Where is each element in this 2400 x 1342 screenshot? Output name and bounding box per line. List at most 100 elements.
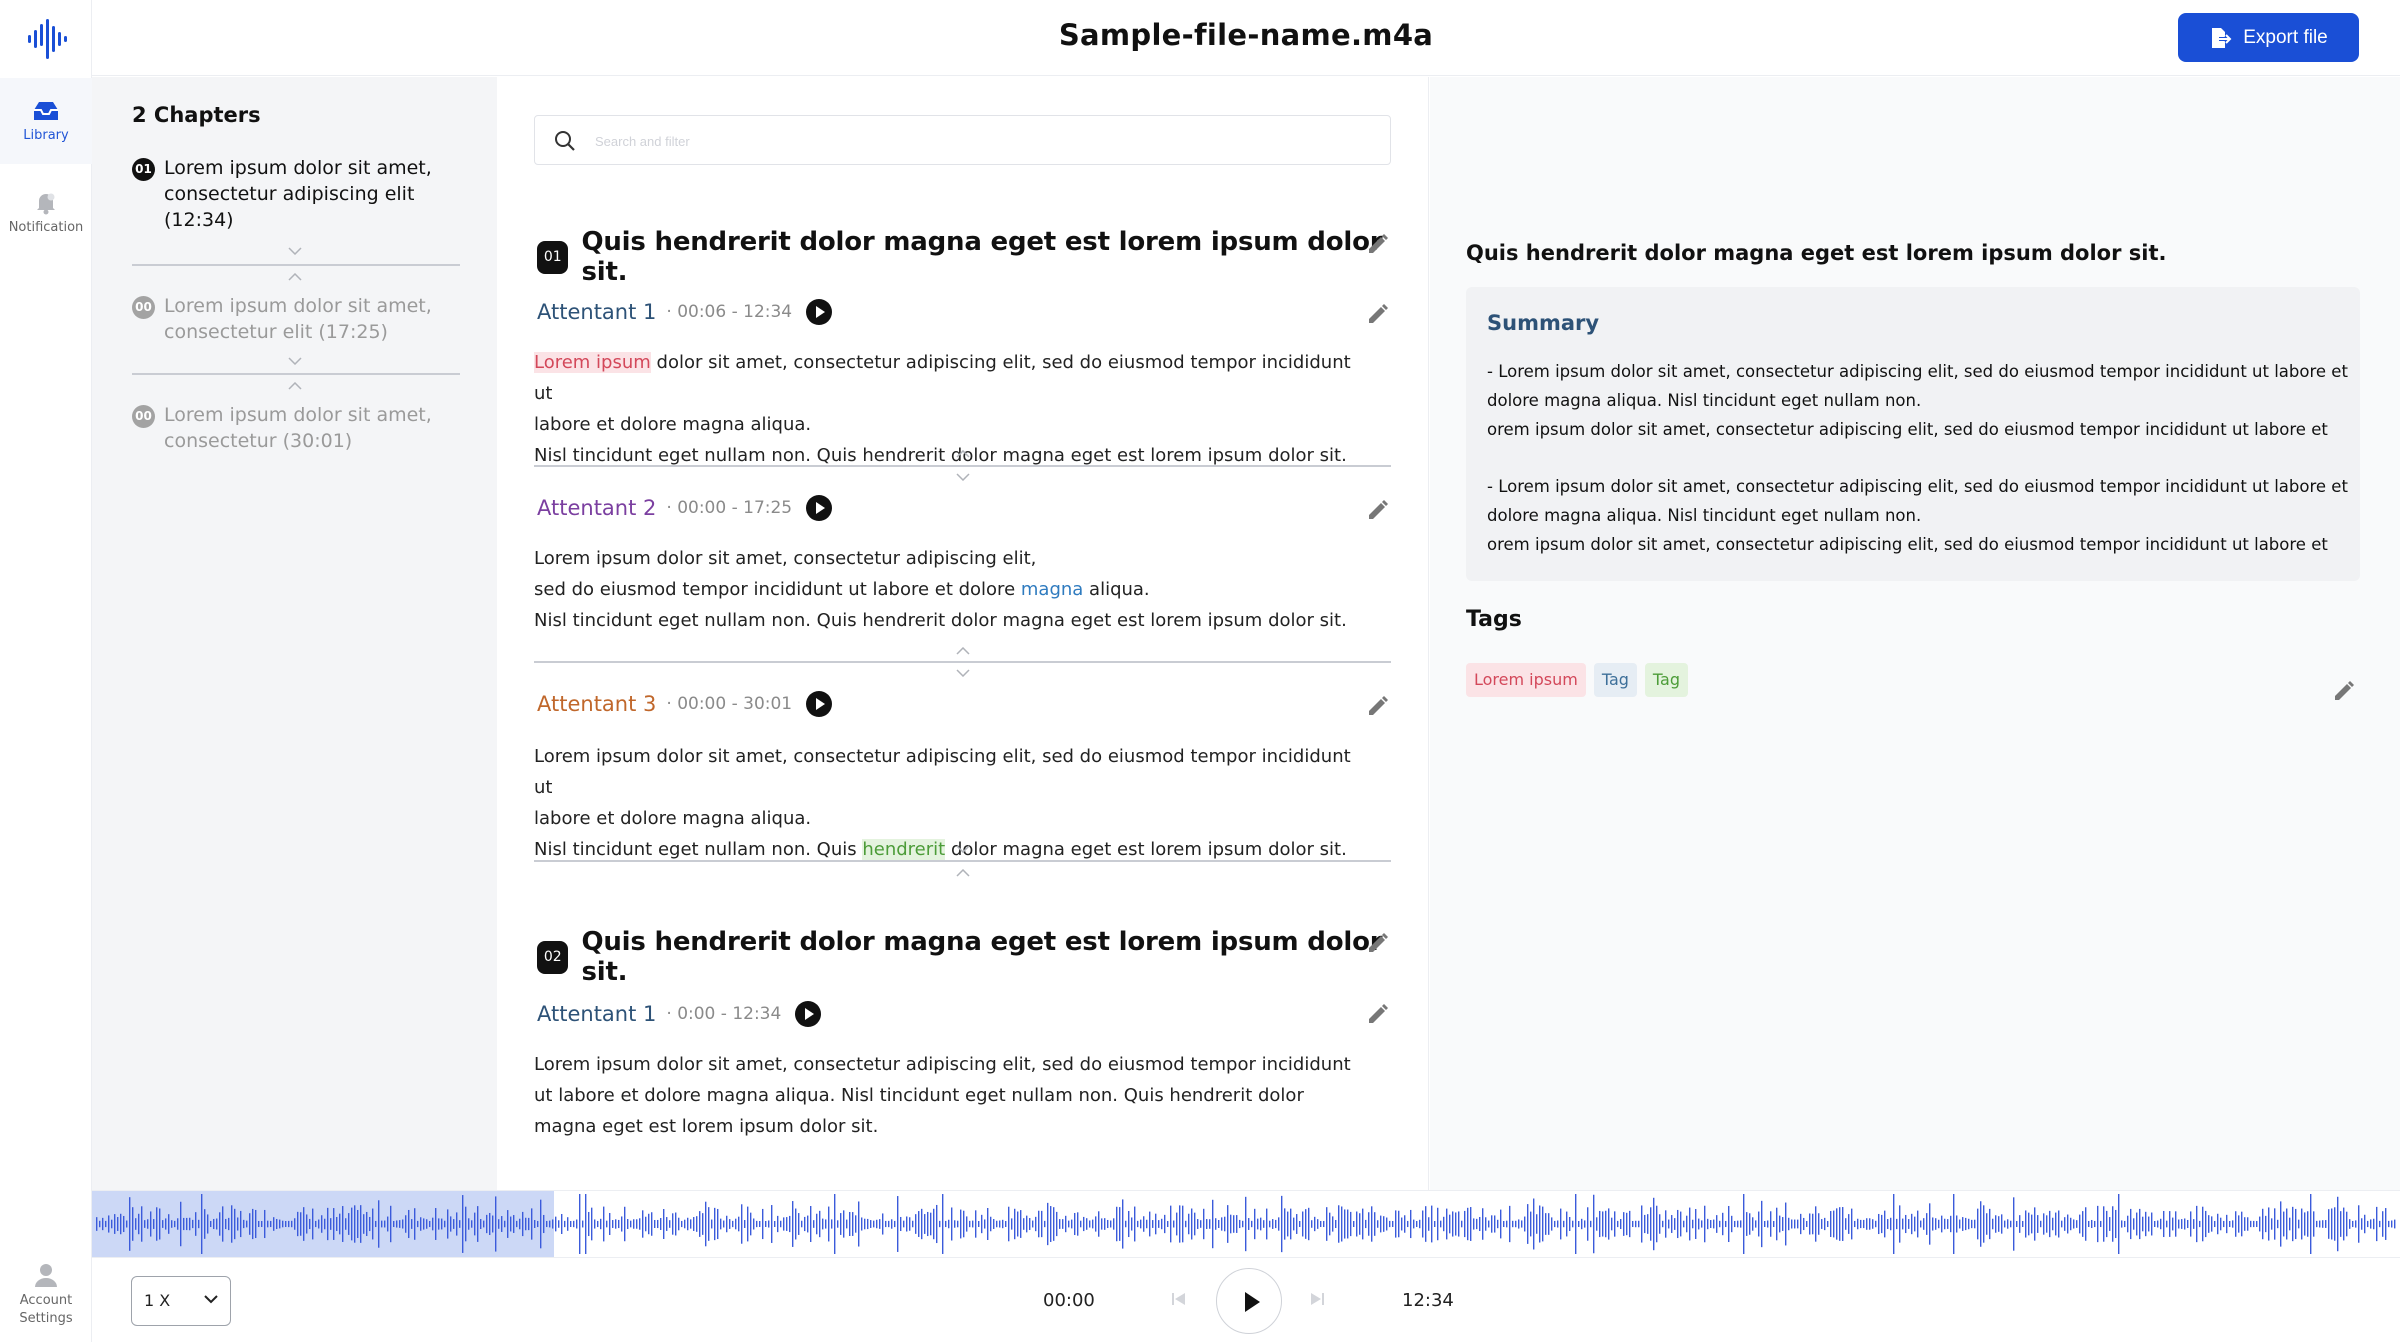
edit-pencil-icon[interactable] [1366, 694, 1390, 718]
chevron-up-icon[interactable] [288, 273, 302, 281]
chevron-up-icon[interactable] [956, 450, 970, 458]
edit-tags-pencil-icon[interactable] [2332, 679, 2356, 703]
chapter-divider[interactable] [132, 264, 460, 266]
waveform-bar [555, 1216, 557, 1232]
waveform-bar [456, 1212, 458, 1236]
segment-divider[interactable] [534, 661, 1391, 663]
waveform-bar [2163, 1210, 2165, 1238]
waveform-bar [534, 1220, 536, 1228]
waveform-bar [1965, 1217, 1967, 1231]
waveform-bar [1602, 1211, 1604, 1237]
play-button[interactable] [1216, 1268, 1282, 1334]
waveform-bar [2250, 1220, 2252, 1228]
speaker-name[interactable]: Attentant 1 [537, 300, 656, 324]
chevron-up-icon[interactable] [956, 647, 970, 655]
waveform-bar [813, 1220, 815, 1228]
waveform-bar [930, 1212, 932, 1236]
waveform-bar [1272, 1219, 1274, 1229]
highlight-term[interactable]: hendrerit [862, 839, 946, 860]
summary-label: Summary [1487, 311, 1600, 335]
play-segment-icon[interactable] [795, 1001, 822, 1027]
edit-pencil-icon[interactable] [1366, 232, 1390, 256]
waveform-bar [372, 1208, 374, 1240]
waveform-bar [168, 1214, 170, 1234]
waveform-bar [321, 1215, 323, 1233]
waveform-bar [729, 1219, 731, 1229]
tags-list: Lorem ipsum Tag Tag [1466, 663, 1689, 697]
nav-library[interactable]: Library [0, 78, 92, 164]
edit-pencil-icon[interactable] [1366, 1002, 1390, 1026]
waveform-bar [1881, 1214, 1883, 1234]
segment-divider[interactable] [534, 465, 1391, 467]
waveform-bar [1812, 1213, 1814, 1235]
waveform-bar [1275, 1219, 1277, 1229]
app-logo-icon[interactable] [24, 16, 70, 62]
waveform-bar [933, 1208, 935, 1240]
waveform-bar [1149, 1211, 1151, 1237]
segment-divider[interactable] [534, 860, 1391, 862]
waveform-bar [2286, 1208, 2288, 1240]
search-input[interactable] [595, 126, 1375, 156]
highlight-term[interactable]: magna [1021, 579, 1083, 600]
chevron-down-icon[interactable] [956, 669, 970, 677]
chevron-down-icon[interactable] [956, 473, 970, 481]
waveform-bar [1896, 1218, 1898, 1230]
waveform-bar [1911, 1213, 1913, 1235]
speaker-name[interactable]: Attentant 2 [537, 496, 656, 520]
waveform-bar [1293, 1217, 1295, 1231]
export-file-button[interactable]: Export file [2178, 13, 2359, 62]
chapter-item[interactable]: 00 Lorem ipsum dolor sit amet, consectet… [132, 293, 452, 345]
waveform-bar [1017, 1211, 1019, 1237]
waveform-bar [384, 1220, 386, 1228]
waveform-bar [2304, 1212, 2306, 1236]
waveform-bar [2208, 1215, 2210, 1233]
waveform-bar [2070, 1217, 2072, 1231]
waveform-bar [1770, 1211, 1772, 1237]
chapter-item[interactable]: 01 Lorem ipsum dolor sit amet, consectet… [132, 155, 452, 233]
waveform-bar [360, 1205, 362, 1243]
highlight-term[interactable]: Lorem ipsum [534, 352, 651, 373]
tag-chip[interactable]: Tag [1593, 663, 1637, 697]
play-segment-icon[interactable] [806, 691, 833, 717]
waveform-bar [2202, 1206, 2204, 1242]
transcript-paragraph: Lorem ipsum dolor sit amet, consectetur … [534, 1049, 1364, 1142]
summary-line: - Lorem ipsum dolor sit amet, consectetu… [1487, 477, 2348, 496]
chapter-divider[interactable] [132, 373, 460, 375]
speaker-name[interactable]: Attentant 1 [537, 1002, 656, 1026]
waveform-bar [1383, 1216, 1385, 1232]
waveform-bar [2379, 1220, 2381, 1228]
waveform-bar [819, 1210, 821, 1238]
tag-chip[interactable]: Lorem ipsum [1466, 663, 1586, 697]
tag-chip[interactable]: Tag [1644, 663, 1689, 697]
chapter-item[interactable]: 00 Lorem ipsum dolor sit amet, consectet… [132, 402, 452, 454]
nav-account-settings[interactable]: Account Settings [0, 1256, 92, 1336]
transcript-panel: 01 Quis hendrerit dolor magna eget est l… [497, 77, 1429, 1190]
waveform-bar [651, 1212, 653, 1236]
play-segment-icon[interactable] [806, 299, 833, 325]
play-segment-icon[interactable] [806, 495, 833, 521]
chevron-up-icon[interactable] [288, 382, 302, 390]
waveform-bar [483, 1220, 485, 1228]
waveform-bar [1779, 1215, 1781, 1233]
waveform-bar [2022, 1220, 2024, 1228]
edit-pencil-icon[interactable] [1366, 498, 1390, 522]
waveform-bar [1491, 1215, 1493, 1233]
waveform-bar [1359, 1213, 1361, 1235]
playback-speed-select[interactable]: 1 X [131, 1276, 231, 1326]
waveform-bar [2391, 1220, 2393, 1228]
chevron-down-icon[interactable] [288, 357, 302, 365]
waveform-bar [1818, 1213, 1820, 1235]
waveform-scrubber[interactable] [92, 1190, 2400, 1258]
waveform-bar [1599, 1210, 1601, 1238]
skip-next-icon[interactable] [1308, 1290, 1326, 1308]
chevron-up-icon[interactable] [956, 869, 970, 877]
waveform-bar [273, 1217, 275, 1231]
edit-pencil-icon[interactable] [1366, 931, 1390, 955]
chevron-down-icon[interactable] [288, 247, 302, 255]
chevron-down-icon[interactable] [956, 845, 970, 853]
edit-pencil-icon[interactable] [1366, 302, 1390, 326]
nav-notification[interactable]: Notification [0, 178, 92, 248]
speaker-name[interactable]: Attentant 3 [537, 692, 656, 716]
waveform-bar [1947, 1219, 1949, 1229]
skip-previous-icon[interactable] [1170, 1290, 1188, 1308]
